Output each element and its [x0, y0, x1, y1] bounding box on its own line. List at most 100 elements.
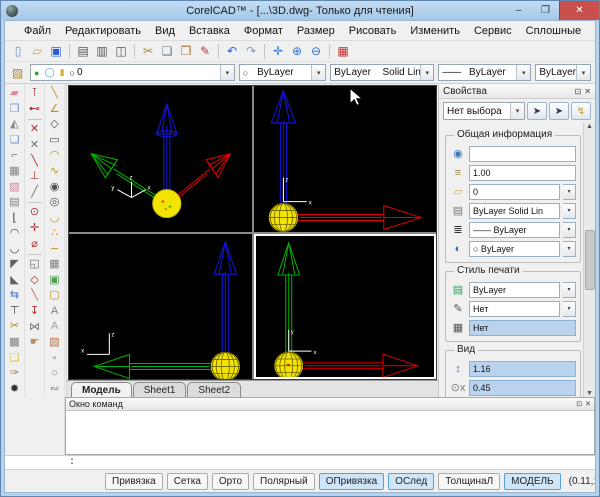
corner-trim-icon[interactable]: ⌊	[6, 210, 24, 226]
layer-folder-value[interactable]: 0	[469, 184, 560, 200]
chevron-down-icon[interactable]: ▾	[516, 65, 530, 80]
menu-3[interactable]: Вид	[148, 23, 182, 39]
spline-icon[interactable]: ∿	[46, 164, 64, 180]
mirror-icon[interactable]: ◭	[6, 117, 24, 133]
line-icon[interactable]: ╲	[46, 86, 64, 102]
status-toggle-ослед[interactable]: ОСлед	[388, 473, 434, 490]
circle-icon[interactable]: ◉	[46, 179, 64, 195]
cells-icon[interactable]: ▤	[6, 195, 24, 211]
lineweight-combo[interactable]: —— ByLayer ▾	[438, 64, 531, 81]
fillet-reverse-icon[interactable]: ◡	[6, 241, 24, 257]
cut-icon[interactable]: ✂	[139, 43, 157, 60]
ref-segment-icon[interactable]: ⊷	[26, 102, 44, 118]
snap-insert-icon[interactable]: ◱	[26, 257, 44, 273]
snap-center-icon[interactable]: ⊙	[26, 205, 44, 221]
polyline-icon[interactable]: ∠	[46, 102, 64, 118]
stamp-icon[interactable]: ▧	[6, 179, 24, 195]
ref-point-icon[interactable]: ⊺	[26, 86, 44, 102]
linecolor-value[interactable]: ○ ByLayer	[469, 241, 560, 257]
snap-nearest-icon[interactable]: ╲	[26, 153, 44, 169]
select-filter-button[interactable]: ➤	[549, 102, 569, 120]
eraser-icon[interactable]: ▰	[6, 86, 24, 102]
status-toggle-модель[interactable]: МОДЕЛЬ	[504, 473, 560, 490]
chevron-down-icon[interactable]: ▾	[563, 301, 576, 317]
zoom-out-icon[interactable]: ⊖	[307, 43, 325, 60]
layer-manager-icon[interactable]: ▨	[9, 64, 26, 81]
point-multiple-icon[interactable]: ∴	[46, 226, 64, 242]
pan-icon[interactable]: ✛	[269, 43, 287, 60]
command-prompt[interactable]: :	[5, 455, 595, 469]
snap-apparent-intersection-icon[interactable]: ✕	[26, 138, 44, 154]
chevron-down-icon[interactable]: ▾	[420, 65, 433, 80]
selection-combo[interactable]: Нет выбора ▾	[443, 102, 525, 120]
chevron-down-icon[interactable]: ▾	[563, 203, 576, 219]
chamfer-icon[interactable]: ◤	[6, 257, 24, 273]
print-style-pen-value[interactable]: Нет	[469, 301, 560, 317]
tab-sheet1[interactable]: Sheet1	[133, 382, 187, 397]
undo-icon[interactable]: ↶	[223, 43, 241, 60]
weld-hatch-icon[interactable]: ▩	[6, 335, 24, 351]
menu-2[interactable]: Редактировать	[58, 23, 148, 39]
offset-icon[interactable]: ⌐	[6, 148, 24, 164]
chamfer-alt-icon[interactable]: ◣	[6, 273, 24, 289]
text-icon[interactable]: A	[46, 304, 64, 320]
chevron-down-icon[interactable]: ▾	[510, 103, 524, 119]
menu-9[interactable]: Сервис	[467, 23, 519, 39]
freehand-icon[interactable]: ∼	[46, 241, 64, 257]
snap-settings-icon[interactable]: ☛	[26, 335, 44, 351]
insert-block-icon[interactable]: ▣	[46, 273, 64, 289]
explode-icon[interactable]: ✹	[6, 381, 24, 397]
status-toggle-опривязка[interactable]: ОПривязка	[319, 473, 384, 490]
menu-5[interactable]: Формат	[237, 23, 290, 39]
view-height-value[interactable]: 1.16	[469, 361, 576, 377]
print-icon[interactable]: ▤	[74, 43, 92, 60]
select-circle-icon[interactable]: ○	[46, 366, 64, 382]
copy-icon[interactable]: ❏	[158, 43, 176, 60]
linestyle-combo[interactable]: ByLayer Solid Line ▾	[330, 64, 434, 81]
split-icon[interactable]: ✂	[6, 319, 24, 335]
chevron-down-icon[interactable]: ▾	[311, 65, 325, 80]
rectangle-icon[interactable]: ▭	[46, 133, 64, 149]
print-style-colors-value[interactable]: ByLayer	[469, 282, 560, 298]
arc-3point-icon[interactable]: ◡	[46, 210, 64, 226]
chevron-down-icon[interactable]: ▾	[563, 222, 576, 238]
select-lasso-icon[interactable]: ∾	[46, 381, 64, 397]
region-icon[interactable]: ▢	[46, 288, 64, 304]
pattern-array-icon[interactable]: ▦	[6, 164, 24, 180]
chevron-down-icon[interactable]: ▾	[563, 184, 576, 200]
menu-11[interactable]: Окно	[588, 23, 596, 39]
close-button[interactable]: ✕	[559, 1, 599, 20]
menu-10[interactable]: Сплошные	[519, 23, 588, 39]
snap-node-icon[interactable]: ✛	[26, 221, 44, 237]
viewport-top[interactable]: z x	[69, 234, 252, 380]
lineweight-value[interactable]: —— ByLayer	[469, 222, 560, 238]
view-center-x-value[interactable]: 0.45	[469, 380, 576, 396]
status-toggle-полярный[interactable]: Полярный	[253, 473, 315, 490]
edit-component-icon[interactable]: ✑	[6, 366, 24, 382]
snap-perpendicular-icon[interactable]: ⊥	[26, 169, 44, 185]
status-toggle-толщинал[interactable]: ТолщинаЛ	[438, 473, 500, 490]
color-grid-icon[interactable]: ▦	[334, 43, 352, 60]
close-panel-icon[interactable]: ✕	[585, 400, 591, 408]
viewport-front[interactable]: z x	[254, 86, 437, 232]
restore-button[interactable]: ❐	[532, 1, 559, 20]
tab-sheet2[interactable]: Sheet2	[187, 382, 241, 397]
minimize-button[interactable]: –	[505, 1, 532, 20]
snap-from-icon[interactable]: ↧	[26, 304, 44, 320]
zoom-in-icon[interactable]: ⊕	[288, 43, 306, 60]
print-preview-icon[interactable]: ◫	[112, 43, 130, 60]
lengthen-icon[interactable]: ⊤	[6, 304, 24, 320]
menu-6[interactable]: Размер	[290, 23, 342, 39]
linecolor-combo[interactable]: ○ ByLayer ▾	[239, 64, 326, 81]
viewport-right-active[interactable]: y x	[254, 234, 437, 380]
snap-parallel-icon[interactable]: ╱	[26, 185, 44, 201]
command-history[interactable]	[66, 411, 594, 454]
arc-icon[interactable]: ◠	[46, 148, 64, 164]
scroll-up-icon[interactable]: ▲	[586, 123, 593, 130]
print-style-table-value[interactable]: Нет	[469, 320, 576, 336]
copy-entity-icon[interactable]: ❐	[6, 102, 24, 118]
snap-intersection-icon[interactable]: ✕	[26, 122, 44, 138]
snap-quadrant-icon[interactable]: ◇	[26, 273, 44, 289]
float-panel-icon[interactable]: ⊡	[576, 400, 582, 408]
plotstyle-combo[interactable]: ByLayer ▾	[535, 64, 591, 81]
